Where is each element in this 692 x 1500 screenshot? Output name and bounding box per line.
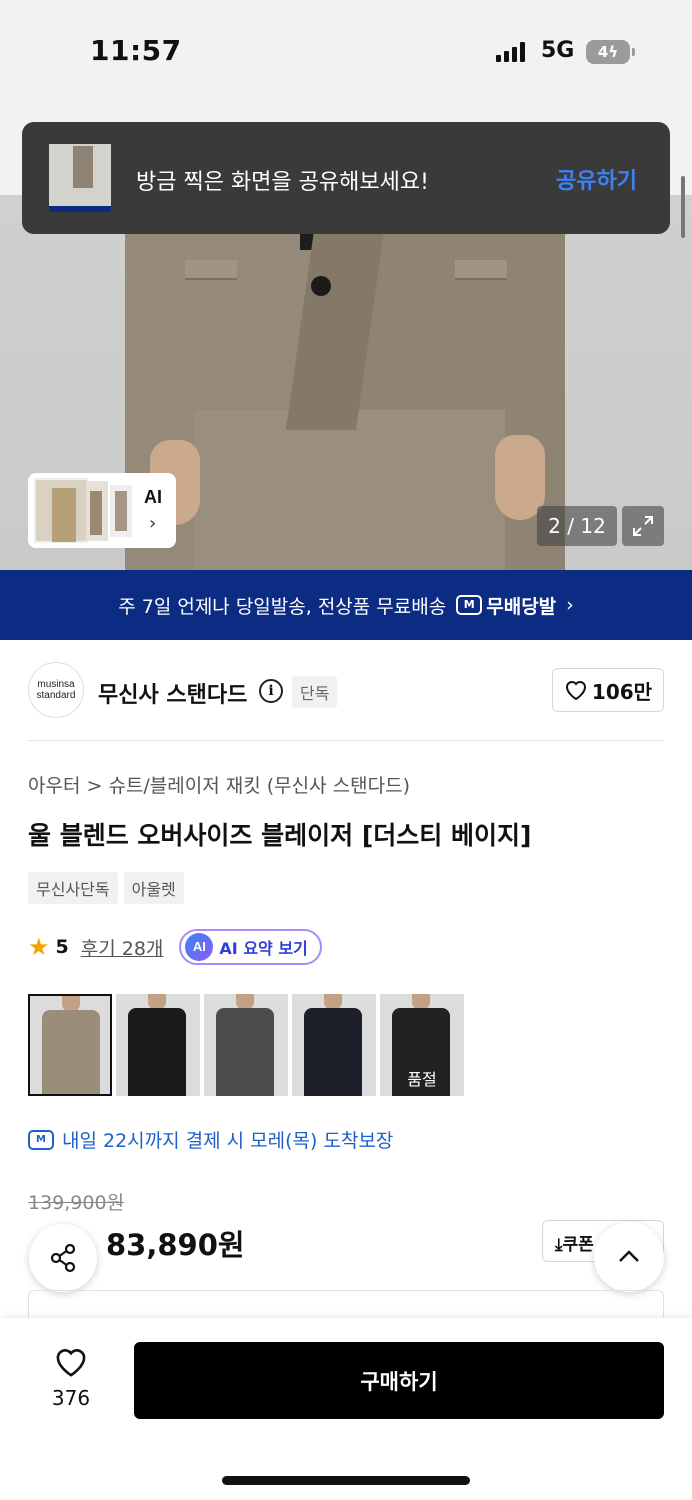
status-bar: 11:57 5G 4ϟ [0, 0, 692, 110]
delivery-truck-icon: M [28, 1129, 54, 1150]
ai-summary-button[interactable]: AI AI 요약 보기 [179, 929, 322, 965]
image-counter: 2 / 12 [537, 506, 617, 546]
delivery-text: 내일 22시까지 결제 시 모레(목) 도착보장 [62, 1130, 394, 1152]
share-button[interactable]: 공유하기 [556, 163, 637, 195]
rating-score: 5 [55, 936, 69, 958]
bottom-action-bar: 376 구매하기 [0, 1318, 692, 1500]
signal-icon [496, 42, 525, 62]
color-option-navy[interactable] [292, 994, 376, 1096]
brand-like-button[interactable]: 106만 [552, 668, 664, 712]
original-price: 139,900원 [28, 1192, 125, 1214]
product-title: 울 블렌드 오버사이즈 블레이저 [더스티 베이지] [28, 821, 532, 850]
color-options: 품절 [28, 994, 464, 1096]
screenshot-share-toast: 방금 찍은 화면을 공유해보세요! 공유하기 [22, 122, 670, 234]
chevron-right-icon: › [566, 594, 574, 616]
toast-message: 방금 찍은 화면을 공유해보세요! [136, 170, 429, 195]
ai-thumb-3 [110, 484, 132, 537]
delivery-truck-icon: M [456, 595, 483, 615]
info-icon[interactable]: i [259, 679, 283, 703]
color-option-charcoal[interactable] [204, 994, 288, 1096]
heart-icon [56, 1349, 86, 1377]
brand-row: musinsa standard 무신사 스탠다드 i 단독 106만 [28, 662, 664, 720]
banner-text: 주 7일 언제나 당일발송, 전상품 무료배송 [118, 595, 447, 618]
reviews-link[interactable]: 후기 28개 [81, 934, 164, 961]
breadcrumb[interactable]: 아우터 > 슈트/블레이저 재킷 (무신사 스탠다드) [28, 771, 410, 798]
scroll-indicator [681, 176, 685, 238]
ai-icon: AI [185, 933, 214, 961]
product-tags: 무신사단독 아울렛 [28, 872, 184, 904]
star-icon: ★ [28, 933, 50, 961]
color-option-soldout[interactable]: 품절 [380, 994, 464, 1096]
color-option-beige[interactable] [28, 994, 112, 1096]
brand-name[interactable]: 무신사 스탠다드 [98, 677, 247, 709]
brand-like-count: 106만 [591, 679, 653, 704]
heart-icon [565, 681, 586, 701]
ai-thumb-2 [86, 480, 108, 541]
color-option-black[interactable] [116, 994, 200, 1096]
buy-button[interactable]: 구매하기 [134, 1342, 664, 1419]
banner-badge: M 무배당발 [456, 592, 556, 619]
charging-bolt-icon: ϟ [608, 43, 619, 61]
expand-icon[interactable] [622, 506, 664, 546]
banner-badge-label: 무배당발 [486, 595, 557, 618]
sale-price: 83,890원 [106, 1228, 245, 1262]
rating-row: ★ 5 후기 28개 AI AI 요약 보기 [28, 928, 322, 966]
battery-icon: 4ϟ [586, 40, 635, 64]
brand-logo-line1: musinsa [37, 679, 75, 690]
status-time: 11:57 [90, 34, 182, 67]
wishlist-button[interactable]: 376 [40, 1346, 102, 1410]
ai-styling-thumbnails[interactable]: AI › [28, 473, 176, 548]
ai-thumb-1 [34, 478, 88, 543]
ai-label: AI [144, 487, 162, 507]
delivery-guarantee[interactable]: M 내일 22시까지 결제 시 모레(목) 도착보장 [28, 1126, 393, 1153]
chevron-right-icon: › [149, 513, 157, 534]
wishlist-count: 376 [51, 1386, 91, 1410]
tag-outlet: 아울렛 [123, 872, 184, 904]
battery-level: 4 [597, 43, 609, 61]
divider [28, 740, 664, 741]
home-indicator [222, 1476, 470, 1485]
brand-logo[interactable]: musinsa standard [28, 662, 84, 718]
scroll-top-icon[interactable] [594, 1222, 664, 1292]
download-icon: ⤓ [555, 1235, 563, 1255]
free-shipping-banner[interactable]: 주 7일 언제나 당일발송, 전상품 무료배송 M 무배당발 › [0, 570, 692, 640]
network-label: 5G [541, 38, 575, 63]
tag-exclusive: 무신사단독 [28, 872, 118, 904]
share-icon[interactable] [29, 1224, 97, 1292]
ai-summary-label: AI 요약 보기 [219, 939, 308, 958]
brand-logo-line2: standard [36, 690, 76, 701]
sold-out-label: 품절 [407, 1070, 437, 1089]
exclusive-badge: 단독 [292, 676, 338, 708]
coupon-label: 쿠폰 [562, 1235, 594, 1255]
screenshot-thumbnail[interactable] [49, 144, 111, 212]
